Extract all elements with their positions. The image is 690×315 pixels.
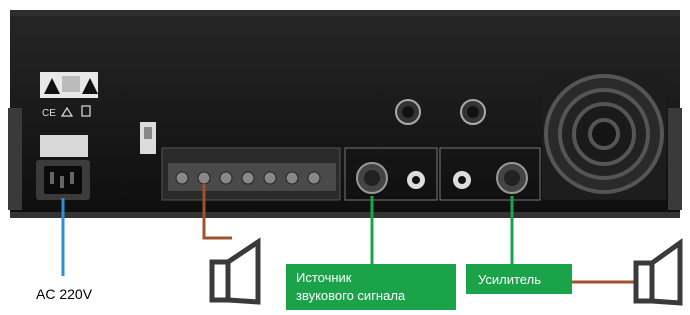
xlr-jack-upper-right	[460, 99, 486, 125]
ce-mark-icon: CE	[42, 108, 56, 119]
xlr-jack-upper-left	[395, 99, 421, 125]
source-label-line2: звукового сигнала	[296, 288, 406, 303]
right-rack-ear	[668, 108, 682, 210]
source-label-line1: Источник	[296, 270, 352, 285]
ac-power-label: AC 220V	[36, 286, 93, 302]
top-edge	[10, 10, 680, 16]
left-rack-ear	[8, 108, 22, 210]
amplifier-label: Усилитель	[478, 272, 541, 287]
fan-grille-icon	[542, 72, 666, 200]
speaker-icon-left	[209, 237, 261, 305]
speaker-icon-right	[633, 238, 683, 306]
speaker-output-terminal	[161, 147, 341, 201]
bottom-edge	[10, 212, 680, 218]
warning-sticker	[40, 72, 98, 98]
device-back-panel-diagram: CE	[8, 10, 683, 310]
power-inlet	[36, 135, 90, 200]
